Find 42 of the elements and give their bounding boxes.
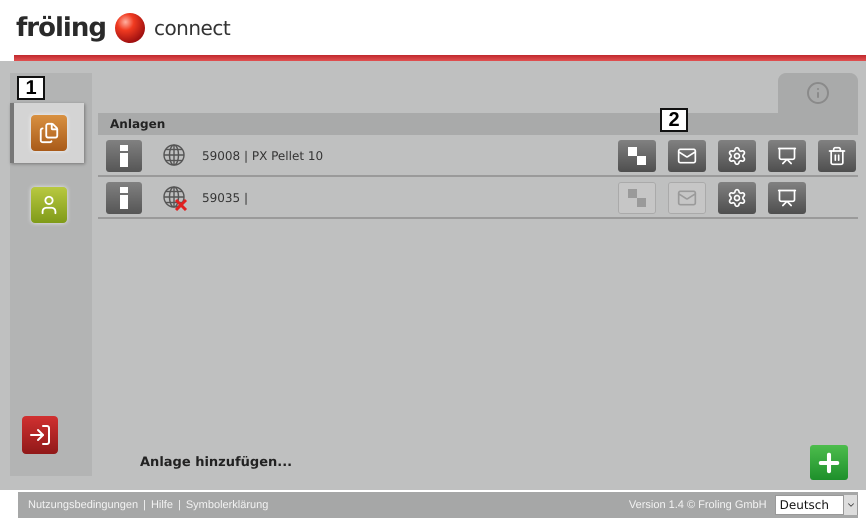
add-button[interactable] <box>810 445 848 480</box>
network-button[interactable] <box>618 140 656 172</box>
trash-icon <box>827 146 847 166</box>
link-separator: | <box>143 499 146 511</box>
plants-tab[interactable] <box>10 103 84 163</box>
view-button[interactable] <box>768 182 806 214</box>
info-icon <box>118 144 130 168</box>
view-button[interactable] <box>768 140 806 172</box>
info-icon <box>806 81 830 105</box>
documents-icon <box>38 122 60 144</box>
product-logo-text: connect <box>154 16 230 40</box>
footer-link[interactable]: Symbolerklärung <box>186 499 268 511</box>
logout-button[interactable] <box>22 416 58 454</box>
callout-marker: 1 <box>17 76 45 100</box>
info-icon <box>118 186 130 210</box>
mail-button[interactable] <box>668 140 706 172</box>
screen-icon <box>777 188 797 208</box>
footer-link[interactable]: Nutzungsbedingungen <box>28 499 138 511</box>
language-select[interactable]: Deutsch <box>774 495 858 515</box>
mail-icon <box>677 188 697 208</box>
callout-marker: 2 <box>660 108 688 132</box>
offline-globe-icon <box>162 185 188 211</box>
screen-icon <box>777 146 797 166</box>
info-button[interactable] <box>106 182 142 214</box>
gear-icon <box>727 146 747 166</box>
boxes-icon <box>627 188 647 208</box>
version-text: Version 1.4 © Froling GmbH <box>628 499 767 511</box>
gear-icon <box>727 188 747 208</box>
delete-button[interactable] <box>818 140 856 172</box>
add-plant-label: Anlage hinzufügen... <box>140 455 292 470</box>
plant-name: 59008 | PX Pellet 10 <box>202 149 324 163</box>
settings-button[interactable] <box>718 182 756 214</box>
plant-name: 59035 | <box>202 191 250 205</box>
brand-logo-text: fröling <box>16 12 106 42</box>
boxes-icon <box>627 146 647 166</box>
mail-icon <box>677 146 697 166</box>
logo-ball-icon <box>114 12 146 44</box>
enter-door-icon <box>28 423 52 447</box>
info-button[interactable] <box>106 140 142 172</box>
link-separator: | <box>178 499 181 511</box>
footer-link[interactable]: Hilfe <box>150 499 173 511</box>
settings-button[interactable] <box>718 140 756 172</box>
